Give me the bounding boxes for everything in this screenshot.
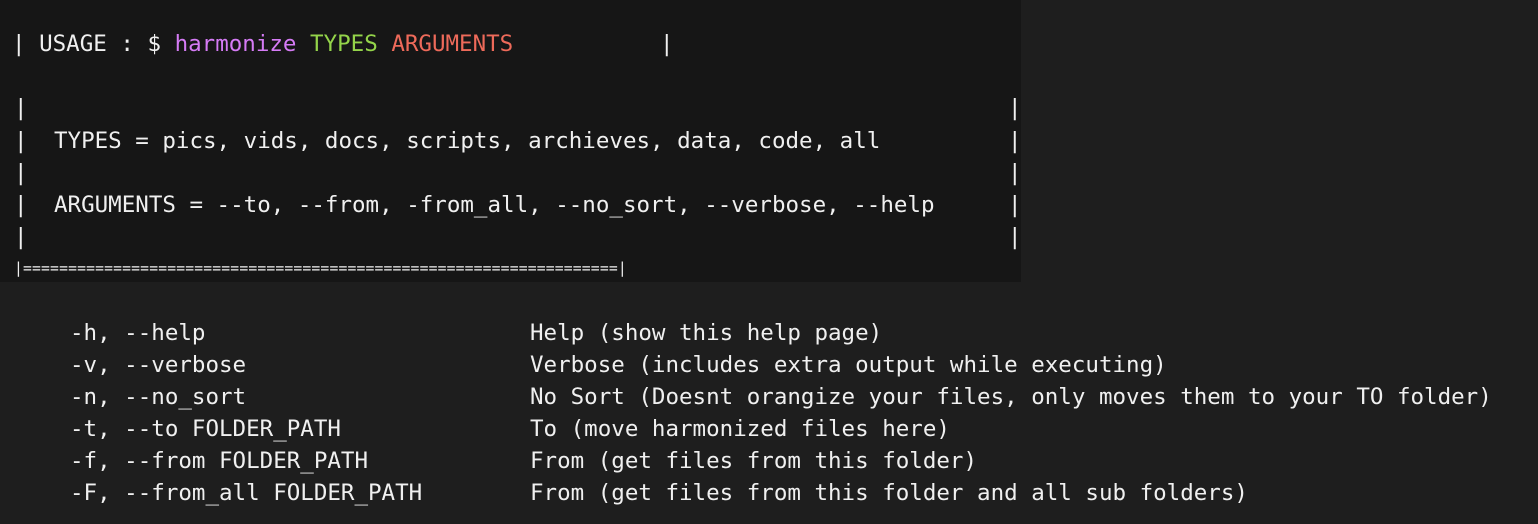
box-right-bar: | [1008, 224, 1022, 250]
option-desc-help: Help (show this help page) [530, 320, 883, 346]
box-right-bar: | [1008, 192, 1022, 218]
option-desc-from-all: From (get files from this folder and all… [530, 480, 1248, 506]
option-flag-help: -h, --help [70, 320, 206, 346]
option-desc-to: To (move harmonized files here) [530, 416, 950, 442]
option-desc-from: From (get files from this folder) [530, 448, 978, 474]
box-right-bar: | [1008, 128, 1022, 154]
option-desc-verbose: Verbose (includes extra output while exe… [530, 352, 1167, 378]
option-flag-from-all: -F, --from_all FOLDER_PATH [70, 480, 423, 506]
box-left-bar: | [14, 160, 28, 186]
option-desc-no-sort: No Sort (Doesnt orangize your files, onl… [530, 384, 1492, 410]
terminal-output: | USAGE : $ harmonize TYPES ARGUMENTS | … [0, 0, 1538, 524]
option-flag-verbose: -v, --verbose [70, 352, 247, 378]
box-right-bar: | [1008, 95, 1022, 121]
usage-arguments-word: ARGUMENTS [391, 31, 514, 57]
usage-end-bar: | [660, 31, 674, 57]
option-flag-from: -f, --from FOLDER_PATH [70, 448, 369, 474]
box-left-bar: | [14, 128, 28, 154]
usage-types-word: TYPES [310, 31, 378, 57]
middle-wavy-border [12, 70, 1022, 86]
usage-command: harmonize [174, 31, 297, 57]
arguments-line: ARGUMENTS = --to, --from, -from_all, --n… [54, 192, 935, 218]
box-left-bar: | [14, 192, 28, 218]
box-right-bar: | [1008, 160, 1022, 186]
option-flag-no-sort: -n, --no_sort [70, 384, 247, 410]
box-bottom-border: |=======================================… [14, 260, 627, 277]
usage-line: | USAGE : $ harmonize TYPES ARGUMENTS [12, 28, 513, 60]
box-left-bar: | [14, 224, 28, 250]
option-flag-to: -t, --to FOLDER_PATH [70, 416, 341, 442]
top-wavy-border [12, 6, 1022, 22]
types-line: TYPES = pics, vids, docs, scripts, archi… [54, 128, 881, 154]
usage-prefix: | USAGE : $ [12, 31, 175, 57]
box-left-bar: | [14, 95, 28, 121]
